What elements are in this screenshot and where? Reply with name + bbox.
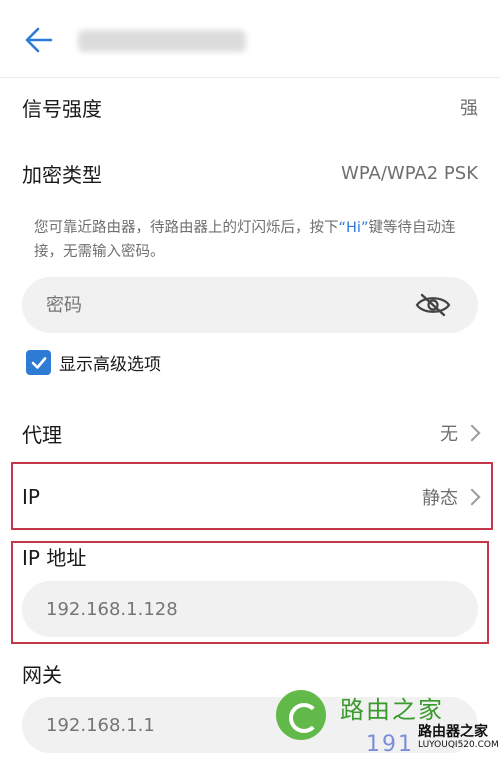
hint-text-part1: 您可靠近路由器，待路由器上的灯闪烁后，按下 [34, 220, 339, 236]
ip-address-field[interactable] [22, 581, 478, 637]
checkbox-checked-icon[interactable] [26, 350, 51, 375]
chevron-right-icon [463, 424, 481, 442]
ip-address-label: IP 地址 [22, 545, 87, 570]
proxy-label: 代理 [22, 422, 62, 447]
wps-hint-text: 您可靠近路由器，待路由器上的灯闪烁后，按下“Hi”键等待自动连接，无需输入密码。 [34, 216, 474, 264]
watermark-url: LUYOUQI520.COM [418, 740, 499, 750]
watermark-logo [276, 690, 326, 740]
chevron-right-icon [463, 488, 481, 506]
proxy-value: 无 [440, 424, 458, 445]
signal-strength-value: 强 [460, 98, 478, 119]
ip-setting-value: 静态 [422, 488, 458, 509]
proxy-row[interactable]: 代理 无 [0, 410, 500, 456]
ip-setting-label: IP [22, 485, 40, 509]
network-name-redacted [78, 30, 246, 52]
signal-strength-row: 信号强度 强 [0, 84, 500, 130]
gateway-label-row: 网关 [0, 651, 500, 695]
security-type-label: 加密类型 [22, 162, 102, 187]
eye-hidden-icon[interactable] [414, 292, 452, 318]
show-advanced-label: 显示高级选项 [59, 355, 161, 375]
back-arrow-icon[interactable] [22, 24, 54, 56]
gateway-label: 网关 [22, 662, 62, 687]
security-type-row: 加密类型 WPA/WPA2 PSK [0, 150, 500, 196]
signal-strength-label: 信号强度 [22, 96, 102, 121]
hint-hi-key: “Hi” [338, 220, 369, 236]
security-type-value: WPA/WPA2 PSK [341, 162, 478, 184]
watermark-number: 191 [366, 732, 414, 757]
top-bar [0, 0, 500, 78]
ip-setting-row[interactable]: IP 静态 [0, 474, 500, 520]
show-advanced-checkbox[interactable]: 显示高级选项 [26, 350, 161, 375]
watermark-brand: 路由器之家 [418, 724, 488, 740]
watermark-site-name: 路由之家 [340, 696, 444, 724]
ip-address-label-row: IP 地址 [0, 534, 500, 578]
password-input[interactable] [22, 277, 478, 333]
